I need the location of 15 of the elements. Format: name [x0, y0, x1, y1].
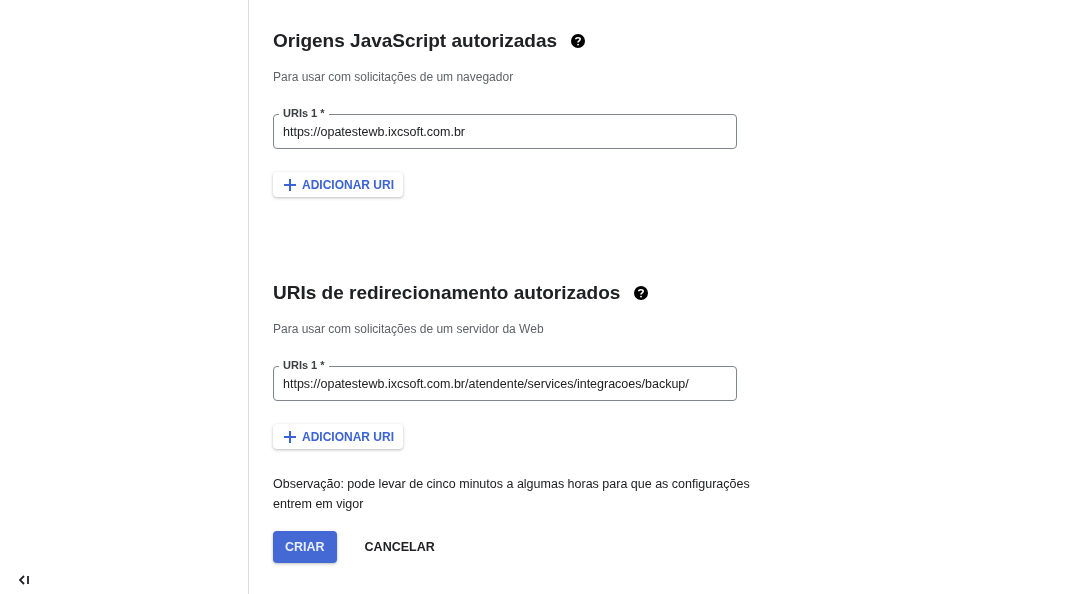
- collapse-icon[interactable]: [19, 575, 30, 585]
- section-subtitle: Para usar com solicitações de um navegador: [273, 70, 515, 84]
- create-button[interactable]: CRIAR: [273, 531, 337, 563]
- section-subtitle: Para usar com solicitações de um servidor da Web: [273, 322, 545, 336]
- plus-icon: [284, 178, 296, 191]
- field-label: URIs 1 *: [279, 106, 329, 120]
- section-title: Origens JavaScript autorizadas: [273, 30, 558, 52]
- field-label: URIs 1 *: [279, 358, 329, 372]
- add-uri-button[interactable]: ADICIONAR URI: [273, 424, 403, 449]
- add-uri-button[interactable]: ADICIONAR URI: [273, 172, 403, 197]
- help-icon[interactable]: [571, 34, 586, 48]
- plus-icon: [284, 430, 296, 443]
- note-text: Observação: pode levar de cinco minutos a algumas horas para que as configurações entrem em vigor: [273, 476, 751, 513]
- section-title: URIs de redirecionamento autorizados: [273, 282, 621, 304]
- help-icon[interactable]: [634, 286, 649, 300]
